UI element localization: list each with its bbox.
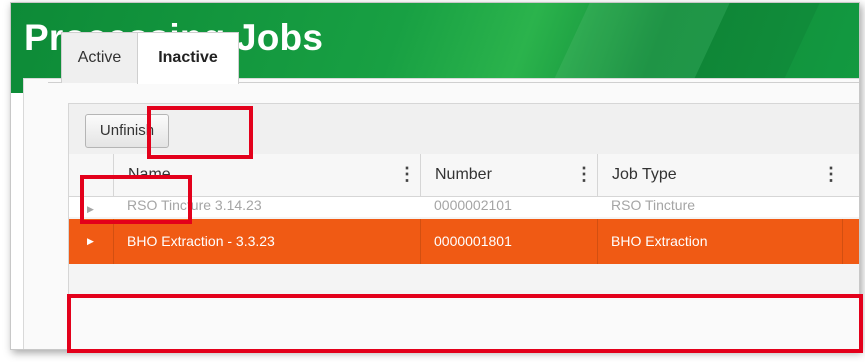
kebab-menu-icon[interactable]: ⋮ [575,154,593,194]
column-header-number[interactable]: Number ⋮ [420,154,597,196]
highlight-inactive-tab [147,106,253,159]
column-divider [842,219,843,264]
kebab-menu-icon[interactable]: ⋮ [822,154,840,194]
column-header-label: Number [435,166,492,183]
tab-active[interactable]: Active [61,32,138,83]
kebab-menu-icon[interactable]: ⋮ [398,154,416,194]
column-header-label: Job Type [612,166,677,183]
column-divider [420,219,421,264]
highlight-selected-row [67,294,863,353]
caret-right-icon[interactable]: ▶ [87,219,94,264]
cell-name: BHO Extraction - 3.3.23 [127,233,275,249]
cell-number: 0000001801 [434,233,512,249]
cell-number: 0000002101 [434,197,512,213]
cell-job-type: RSO Tincture [611,197,696,213]
cell-job-type: BHO Extraction [611,233,708,249]
column-header-job-type[interactable]: Job Type ⋮ [597,154,843,196]
highlight-unfinish-button [80,175,192,224]
table-row-selected[interactable]: ▶ BHO Extraction - 3.3.23 0000001801 BHO… [69,219,859,264]
tab-inactive[interactable]: Inactive [137,32,239,84]
tab-bar: Active Inactive [48,32,859,84]
column-divider [113,219,114,264]
column-divider [597,219,598,264]
